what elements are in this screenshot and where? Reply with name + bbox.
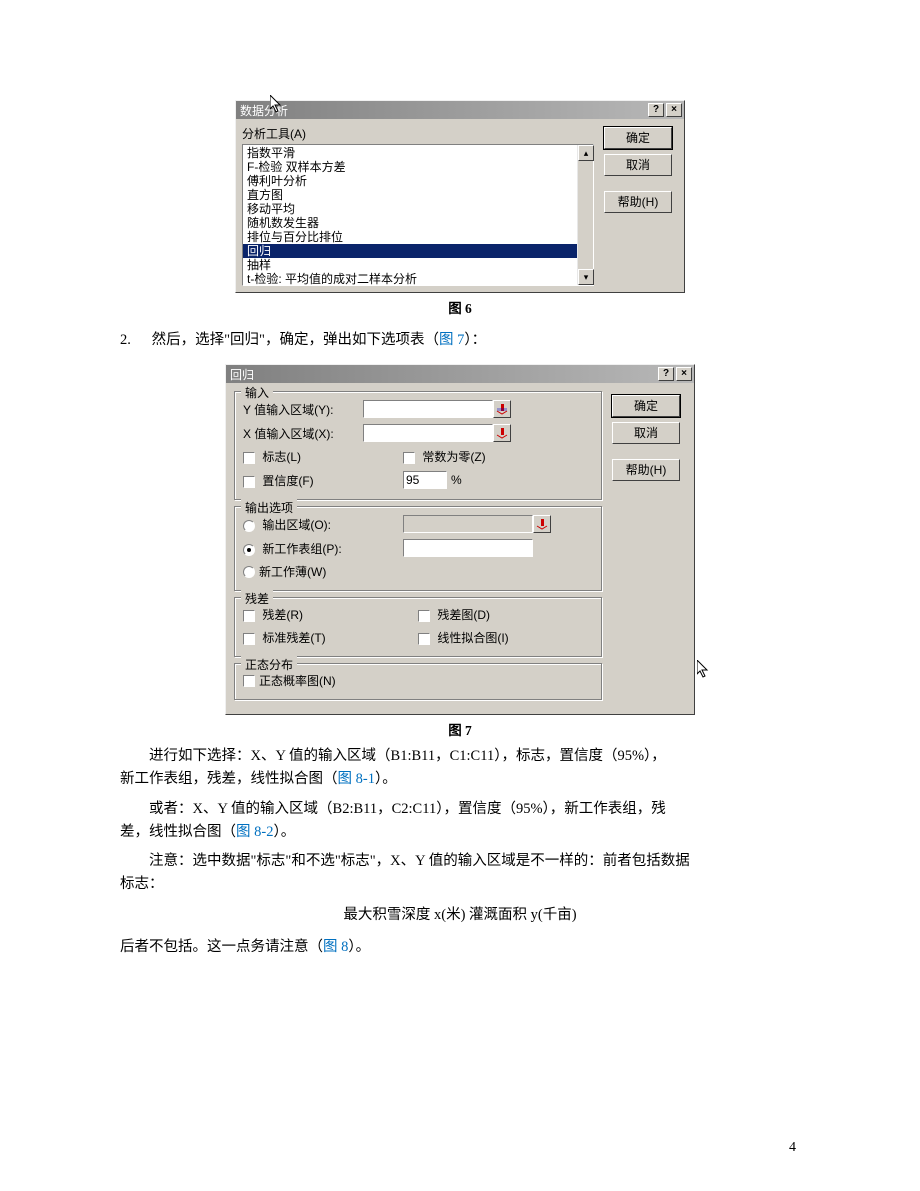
help-button[interactable]: 帮助(H): [612, 459, 680, 481]
new-sheet-name-field[interactable]: [403, 539, 533, 557]
help-icon[interactable]: ?: [648, 103, 664, 117]
ok-button[interactable]: 确定: [604, 127, 672, 149]
data-analysis-dialog: 数据分析 ? × 分析工具(A) 指数平滑 F-检验 双样本方差 傅利叶分析 直…: [235, 100, 685, 293]
residual-plot-checkbox[interactable]: [418, 610, 430, 622]
analysis-tools-listbox[interactable]: 指数平滑 F-检验 双样本方差 傅利叶分析 直方图 移动平均 随机数发生器 排位…: [242, 144, 594, 286]
paragraph: 后者不包括。这一点务请注意（图 8）。: [120, 936, 800, 959]
figure7-link[interactable]: 图 7: [439, 332, 464, 348]
scroll-down-icon[interactable]: ▾: [578, 269, 594, 285]
list-item[interactable]: 指数平滑: [243, 146, 593, 160]
figure-caption-7: 图 7: [120, 719, 800, 739]
ok-button[interactable]: 确定: [612, 395, 680, 417]
list-item-selected[interactable]: 回归: [243, 244, 593, 258]
help-button[interactable]: 帮助(H): [604, 191, 672, 213]
group-legend: 正态分布: [241, 656, 297, 673]
paragraph: 注意：选中数据"标志"和不选"标志"，X、Y 值的输入区域是不一样的：前者包括数…: [120, 850, 800, 896]
dialog-title: 数据分析: [240, 102, 646, 119]
line-fit-plot-label: 线性拟合图(I): [437, 631, 508, 645]
input-group: 输入 Y 值输入区域(Y): X 值输入区域(X):: [234, 391, 602, 500]
confidence-value-field[interactable]: 95: [403, 471, 447, 489]
std-residuals-checkbox[interactable]: [243, 633, 255, 645]
group-legend: 残差: [241, 590, 273, 607]
list-item[interactable]: 傅利叶分析: [243, 174, 593, 188]
range-picker-icon[interactable]: [493, 424, 511, 442]
labels-checkbox-label: 标志(L): [262, 450, 301, 464]
range-picker-icon[interactable]: [493, 400, 511, 418]
step-2-text: 2. 然后，选择"回归"，确定，弹出如下选项表（图 7）：: [120, 329, 800, 352]
output-range-radio[interactable]: [243, 520, 255, 532]
close-icon[interactable]: ×: [676, 367, 692, 381]
list-item[interactable]: F-检验 双样本方差: [243, 160, 593, 174]
line-fit-plot-checkbox[interactable]: [418, 633, 430, 645]
figure-caption-6: 图 6: [120, 297, 800, 317]
new-workbook-radio[interactable]: [243, 566, 255, 578]
range-picker-icon[interactable]: [533, 515, 551, 533]
output-range-field: [403, 515, 533, 533]
x-input-field[interactable]: [363, 424, 493, 442]
residuals-checkbox[interactable]: [243, 610, 255, 622]
close-icon[interactable]: ×: [666, 103, 682, 117]
new-sheet-radio[interactable]: [243, 544, 255, 556]
group-legend: 输入: [241, 384, 273, 401]
new-sheet-label: 新工作表组(P):: [262, 542, 341, 556]
figure8-link[interactable]: 图 8: [323, 939, 348, 955]
confidence-checkbox[interactable]: [243, 476, 255, 488]
figure8-2-link[interactable]: 图 8-2: [236, 824, 273, 840]
regression-dialog: 回归 ? × 输入 Y 值输入区域(Y): X 值输入区域(X):: [225, 364, 695, 715]
dialog-title: 回归: [230, 366, 656, 383]
const-zero-checkbox[interactable]: [403, 452, 415, 464]
normal-group: 正态分布 正态概率图(N): [234, 663, 602, 700]
normal-prob-label: 正态概率图(N): [259, 672, 336, 689]
help-icon[interactable]: ?: [658, 367, 674, 381]
figure8-1-link[interactable]: 图 8-1: [338, 771, 375, 787]
centered-variable-line: 最大积雪深度 x(米) 灌溉面积 y(千亩): [120, 904, 800, 927]
list-item[interactable]: 随机数发生器: [243, 216, 593, 230]
residuals-label: 残差(R): [262, 608, 303, 622]
std-residuals-label: 标准残差(T): [262, 631, 325, 645]
scroll-up-icon[interactable]: ▴: [578, 145, 594, 161]
new-workbook-label: 新工作薄(W): [259, 563, 326, 580]
y-input-field[interactable]: [363, 400, 493, 418]
output-group: 输出选项 输出区域(O): 新工作表组(P):: [234, 506, 602, 591]
list-item[interactable]: 移动平均: [243, 202, 593, 216]
list-item[interactable]: 直方图: [243, 188, 593, 202]
residuals-group: 残差 残差(R) 残差图(D) 标准残差(T): [234, 597, 602, 657]
cancel-button[interactable]: 取消: [604, 154, 672, 176]
confidence-label: 置信度(F): [262, 474, 313, 488]
group-legend: 输出选项: [241, 499, 297, 516]
list-item[interactable]: t-检验: 平均值的成对二样本分析: [243, 272, 593, 286]
list-item[interactable]: 抽样: [243, 258, 593, 272]
list-item[interactable]: 排位与百分比排位: [243, 230, 593, 244]
dialog-titlebar: 回归 ? ×: [226, 365, 694, 383]
paragraph: 或者：X、Y 值的输入区域（B2:B11，C2:C11），置信度（95%），新工…: [120, 798, 800, 844]
y-input-label: Y 值输入区域(Y):: [243, 401, 363, 418]
percent-label: %: [451, 473, 462, 487]
labels-checkbox[interactable]: [243, 452, 255, 464]
x-input-label: X 值输入区域(X):: [243, 425, 363, 442]
listbox-scrollbar[interactable]: ▴ ▾: [577, 145, 593, 285]
output-range-label: 输出区域(O):: [262, 518, 331, 532]
tools-label: 分析工具(A): [242, 125, 594, 142]
normal-prob-checkbox[interactable]: [243, 675, 255, 687]
cancel-button[interactable]: 取消: [612, 422, 680, 444]
const-zero-label: 常数为零(Z): [422, 450, 485, 464]
dialog-titlebar: 数据分析 ? ×: [236, 101, 684, 119]
residual-plot-label: 残差图(D): [437, 608, 490, 622]
paragraph: 进行如下选择：X、Y 值的输入区域（B1:B11，C1:C11），标志，置信度（…: [120, 745, 800, 791]
page-number: 4: [789, 1140, 796, 1156]
